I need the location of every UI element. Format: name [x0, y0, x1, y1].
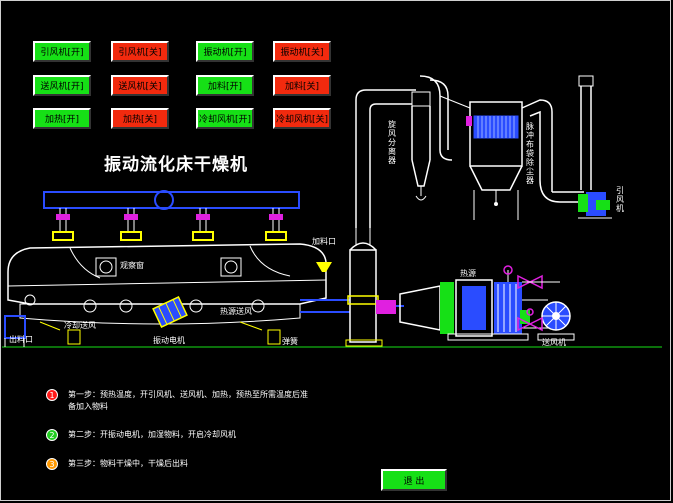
bag-filter-label: 脉冲布袋除尘器: [526, 122, 534, 185]
feed-inlet-label: 加料口: [312, 237, 336, 246]
step-text: 第一步：预热温度，开引风机、送风机、加热，预热至所需温度后准备加入物料: [68, 390, 308, 411]
step-2: 2 第二步：开振动电机，加湿物料，开启冷却风机: [46, 429, 308, 441]
manifold-port: [154, 190, 174, 210]
process-diagram: [2, 75, 662, 348]
observation-window-label: 观察窗: [120, 261, 144, 270]
bag-filter: [439, 95, 584, 220]
step-text: 第二步：开振动电机，加湿物料，开启冷却风机: [68, 430, 236, 439]
cyclone-label: 旋风分离器: [388, 120, 396, 165]
vibration-motor-icon: [152, 296, 188, 328]
spring-support: [67, 329, 81, 345]
step-number: 1: [46, 389, 58, 401]
spring-label: 弹簧: [282, 337, 298, 346]
valve-icon: [196, 214, 210, 220]
step-1: 1 第一步：预热温度，开引风机、送风机、加热，预热至所需温度后准备加入物料: [46, 389, 308, 413]
exhaust-ports: [52, 208, 287, 241]
cyclone-separator: [411, 75, 453, 201]
cyclone-column: [345, 228, 383, 347]
valve-icon: [124, 214, 138, 220]
spring-support: [267, 329, 281, 345]
step-text: 第三步：物料干燥中，干燥后出料: [68, 459, 188, 468]
exhaust-duct: [355, 89, 416, 228]
step-number: 3: [46, 458, 58, 470]
induced-fan-label: 引风机: [616, 186, 624, 213]
valve-icon: [269, 214, 283, 220]
blower-label: 送风机: [542, 338, 566, 347]
step-number: 2: [46, 429, 58, 441]
hot-air-inlet-label: 热源送风: [220, 307, 252, 316]
vibration-motor-label: 振动电机: [153, 336, 185, 345]
exit-button[interactable]: 退 出: [381, 469, 447, 491]
induced-fan-assembly: [578, 75, 612, 219]
cool-air-inlet-label: 冷却送风: [64, 321, 96, 330]
step-3: 3 第三步：物料干燥中，干燥后出料: [46, 458, 308, 470]
heat-source-label: 热源: [460, 269, 476, 278]
valve-icon: [56, 214, 70, 220]
outlet-label: 出料口: [9, 335, 33, 344]
